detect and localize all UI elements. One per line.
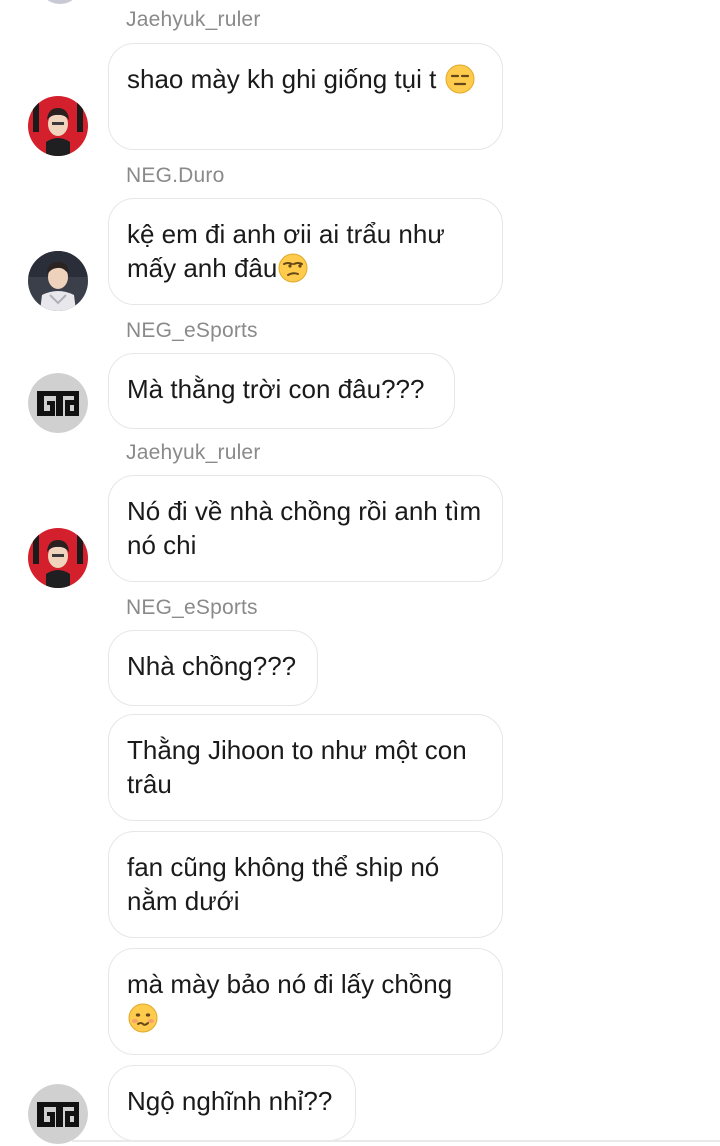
- message-text: Mà thằng trời con đâu???: [127, 374, 425, 404]
- avatar-partial-top: [38, 0, 82, 4]
- message-bubble[interactable]: shao mày kh ghi giống tụi t: [108, 43, 503, 150]
- message-text: mà mày bảo nó đi lấy chồng: [127, 969, 453, 999]
- expressionless-face-icon: [445, 64, 475, 94]
- message-bubble[interactable]: kệ em đi anh ơii ai trẩu như mấy anh đâu: [108, 198, 503, 305]
- message-bubble[interactable]: mà mày bảo nó đi lấy chồng: [108, 948, 503, 1055]
- unamused-face-icon: [278, 253, 308, 283]
- divider: [72, 1140, 720, 1142]
- message-text: shao mày kh ghi giống tụi t: [127, 64, 437, 94]
- message-text: Nó đi về nhà chồng rồi anh tìm nó chi: [127, 496, 482, 560]
- woozy-face-icon: [128, 1003, 158, 1033]
- sender-name: NEG_eSports: [126, 596, 258, 619]
- sender-name: NEG_eSports: [126, 319, 258, 342]
- message-bubble[interactable]: Thằng Jihoon to như một con trâu: [108, 714, 503, 821]
- message-bubble[interactable]: Ngộ nghĩnh nhỉ??: [108, 1065, 356, 1141]
- message-text: Thằng Jihoon to như một con trâu: [127, 735, 467, 799]
- avatar-red-player-photo: [28, 96, 88, 156]
- avatar-gen-g-logo: [28, 373, 88, 433]
- avatar[interactable]: [28, 251, 88, 311]
- message-bubble[interactable]: fan cũng không thể ship nó nằm dưới: [108, 831, 503, 938]
- avatar[interactable]: [28, 1084, 88, 1144]
- message-bubble[interactable]: Nhà chồng???: [108, 630, 318, 706]
- avatar-red-player-photo: [28, 528, 88, 588]
- message-text: fan cũng không thể ship nó nằm dưới: [127, 852, 440, 916]
- message-text: Ngộ nghĩnh nhỉ??: [127, 1086, 333, 1116]
- message-bubble[interactable]: Mà thằng trời con đâu???: [108, 353, 455, 429]
- avatar-player-photo: [28, 251, 88, 311]
- message-bubble[interactable]: Nó đi về nhà chồng rồi anh tìm nó chi: [108, 475, 503, 582]
- sender-name: Jaehyuk_ruler: [126, 8, 261, 31]
- avatar[interactable]: [28, 528, 88, 588]
- message-text: Nhà chồng???: [127, 651, 297, 681]
- sender-name: Jaehyuk_ruler: [126, 441, 261, 464]
- avatar[interactable]: [28, 373, 88, 433]
- avatar-gen-g-logo: [28, 1084, 88, 1144]
- avatar[interactable]: [28, 96, 88, 156]
- sender-name: NEG.Duro: [126, 164, 225, 187]
